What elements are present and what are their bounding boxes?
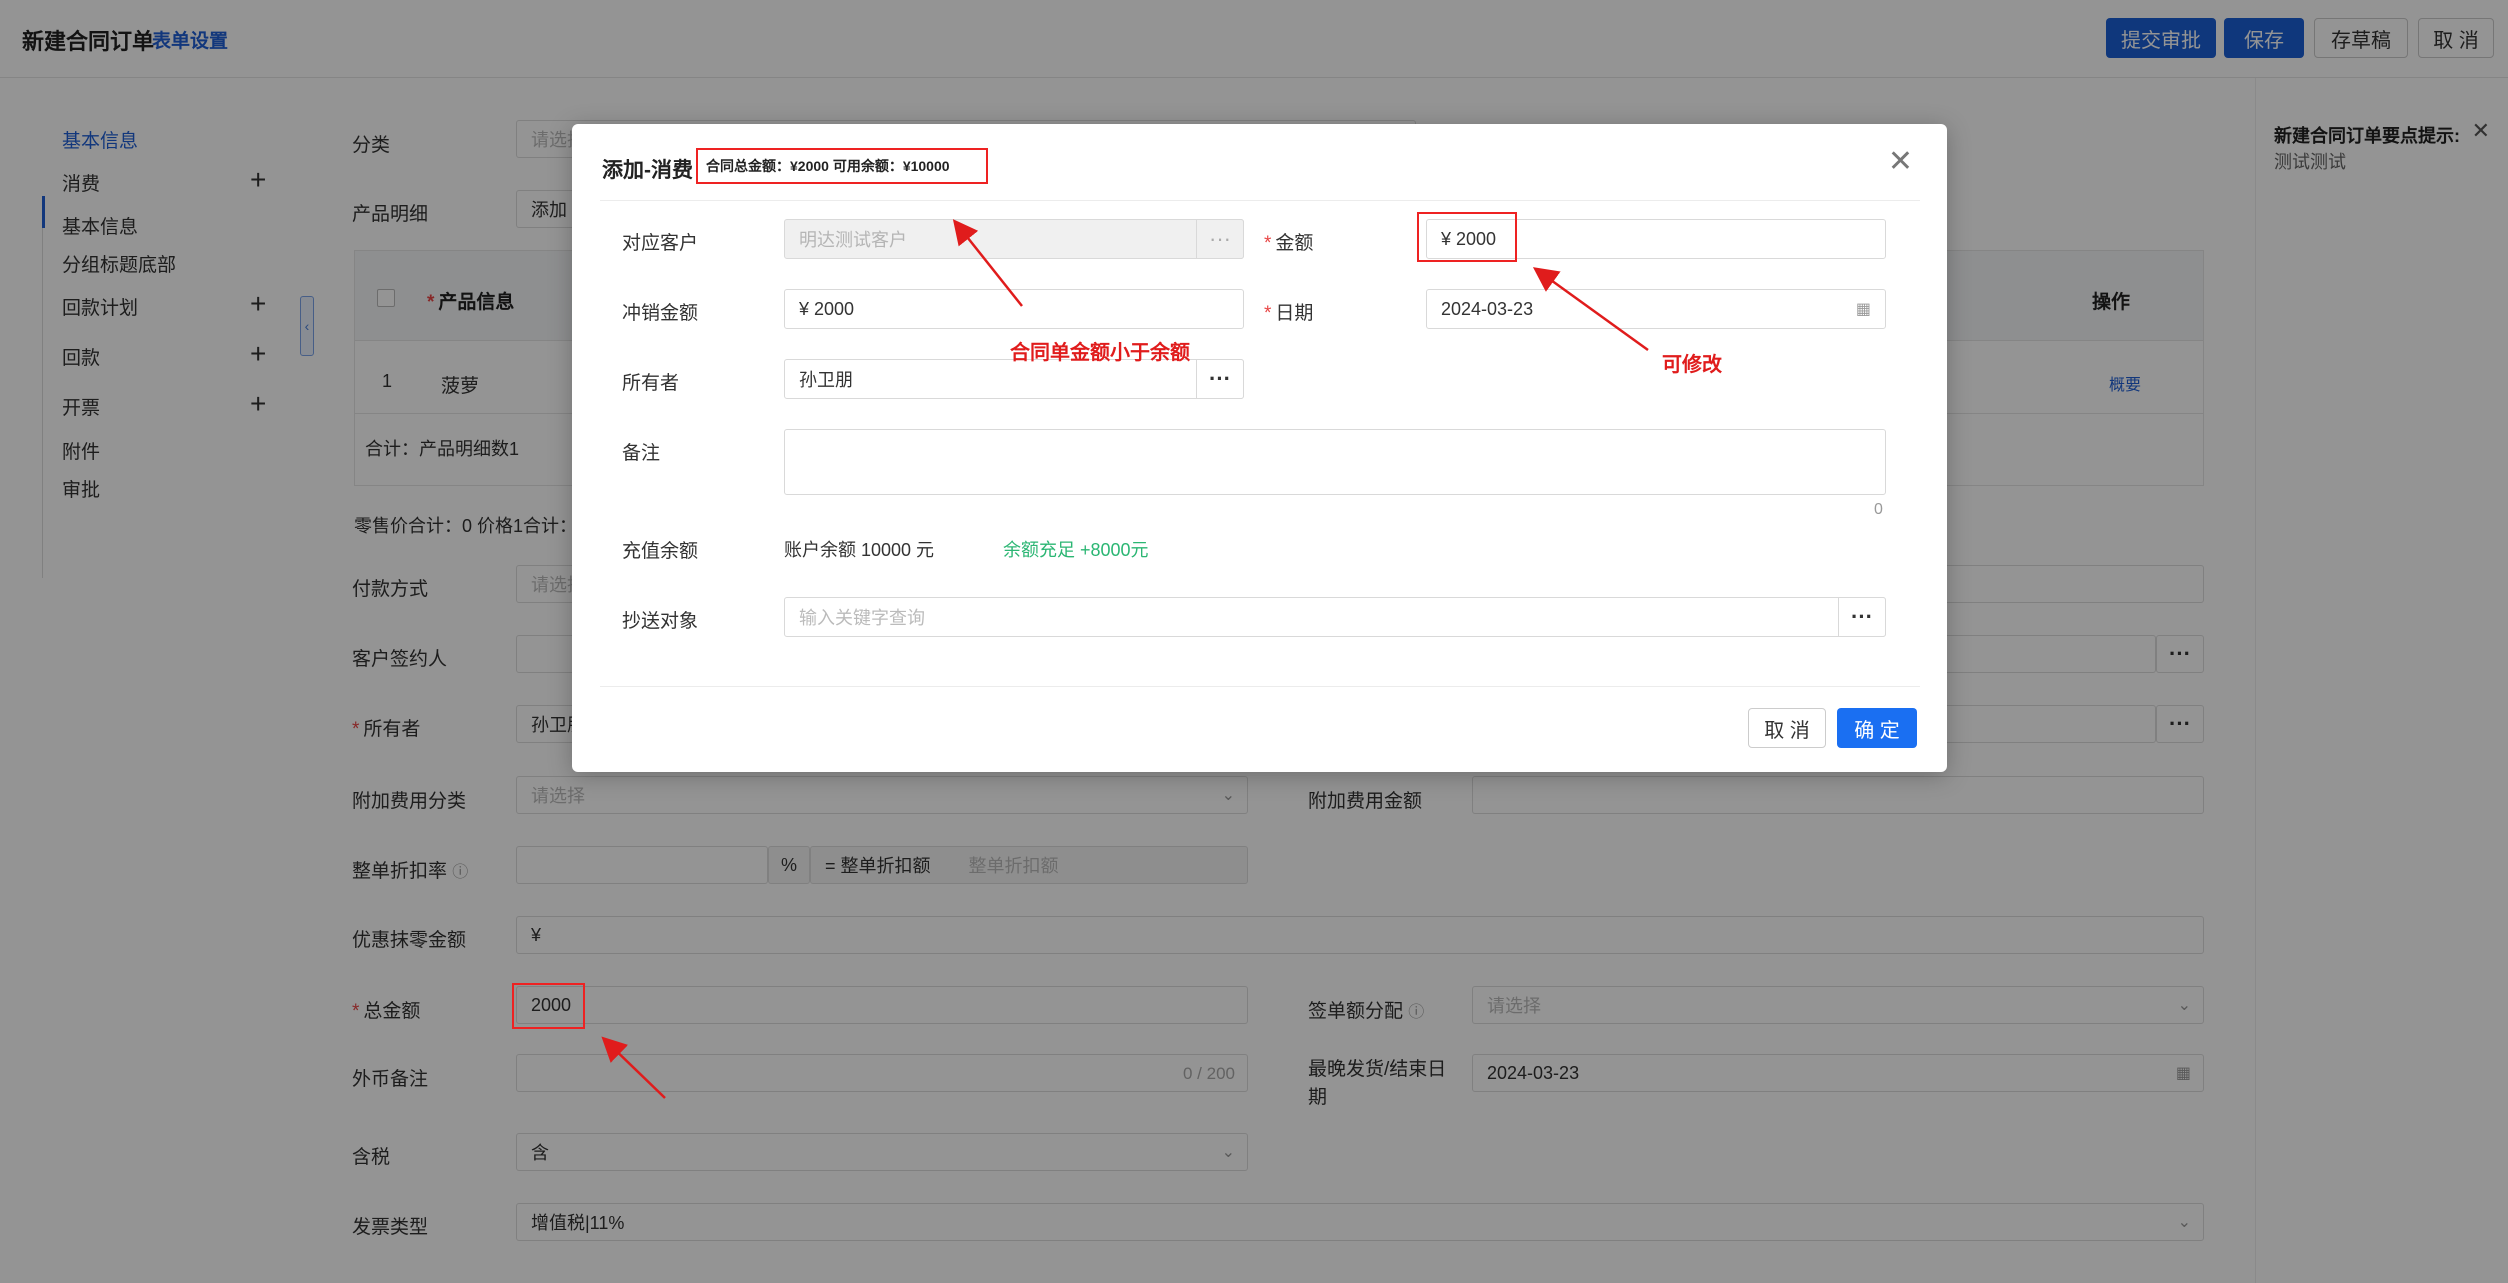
dialog-divider [600, 200, 1920, 201]
cc-more-icon[interactable]: ··· [1838, 597, 1886, 637]
offset-amount-input[interactable]: ¥ 2000 [784, 289, 1244, 329]
dialog-confirm-button[interactable]: 确 定 [1837, 708, 1917, 748]
cc-label: 抄送对象 [622, 611, 699, 632]
date-label-text: 日期 [1275, 303, 1314, 324]
customer-label: 对应客户 [622, 233, 699, 254]
annotation-contract-less-than-balance: 合同单金额小于余额 [1010, 342, 1190, 364]
amount-highlight [1417, 212, 1517, 262]
calendar-icon: ▦ [1855, 301, 1871, 318]
amount-label-text: 金额 [1275, 233, 1314, 254]
dialog-owner-value: 孙卫朋 [799, 370, 853, 390]
dialog-owner-input[interactable]: 孙卫朋 ··· [784, 359, 1244, 399]
cc-search-input[interactable]: 输入关键字查询 ··· [784, 597, 1886, 637]
balance-status: 余额充足 +8000元 [1003, 540, 1149, 560]
total-amount-highlight [512, 983, 585, 1029]
add-consumption-dialog: 添加-消费 合同总金额：¥2000 可用余额：¥10000 ✕ 对应客户 明达测… [572, 124, 1947, 772]
date-picker[interactable]: 2024-03-23 ▦ [1426, 289, 1886, 329]
remark-counter: 0 [1874, 501, 1883, 518]
offset-amount-label: 冲销金额 [622, 303, 699, 324]
dialog-footer-divider [600, 686, 1920, 687]
customer-value: 明达测试客户 [799, 230, 907, 250]
date-value: 2024-03-23 [1441, 298, 1534, 319]
customer-more-icon: ··· [1196, 219, 1244, 259]
account-balance-text: 账户余额 10000 元 [784, 540, 935, 560]
date-label: * 日期 [1264, 303, 1314, 324]
dialog-title: 添加-消费 [602, 159, 693, 182]
amount-label: * 金额 [1264, 233, 1314, 254]
recharge-balance-label: 充值余额 [622, 541, 699, 562]
remark-label: 备注 [622, 443, 661, 464]
annotation-editable: 可修改 [1662, 354, 1722, 376]
dialog-cancel-button[interactable]: 取 消 [1748, 708, 1826, 748]
contract-summary: 合同总金额：¥2000 可用余额：¥10000 [696, 148, 988, 184]
offset-amount-value: ¥ 2000 [799, 298, 855, 319]
dialog-owner-label: 所有者 [622, 373, 680, 394]
close-icon[interactable]: ✕ [1888, 144, 1913, 179]
cc-placeholder: 输入关键字查询 [799, 608, 925, 628]
owner-more-icon[interactable]: ··· [1196, 359, 1244, 399]
customer-input: 明达测试客户 ··· [784, 219, 1244, 259]
remark-textarea[interactable] [784, 429, 1886, 495]
